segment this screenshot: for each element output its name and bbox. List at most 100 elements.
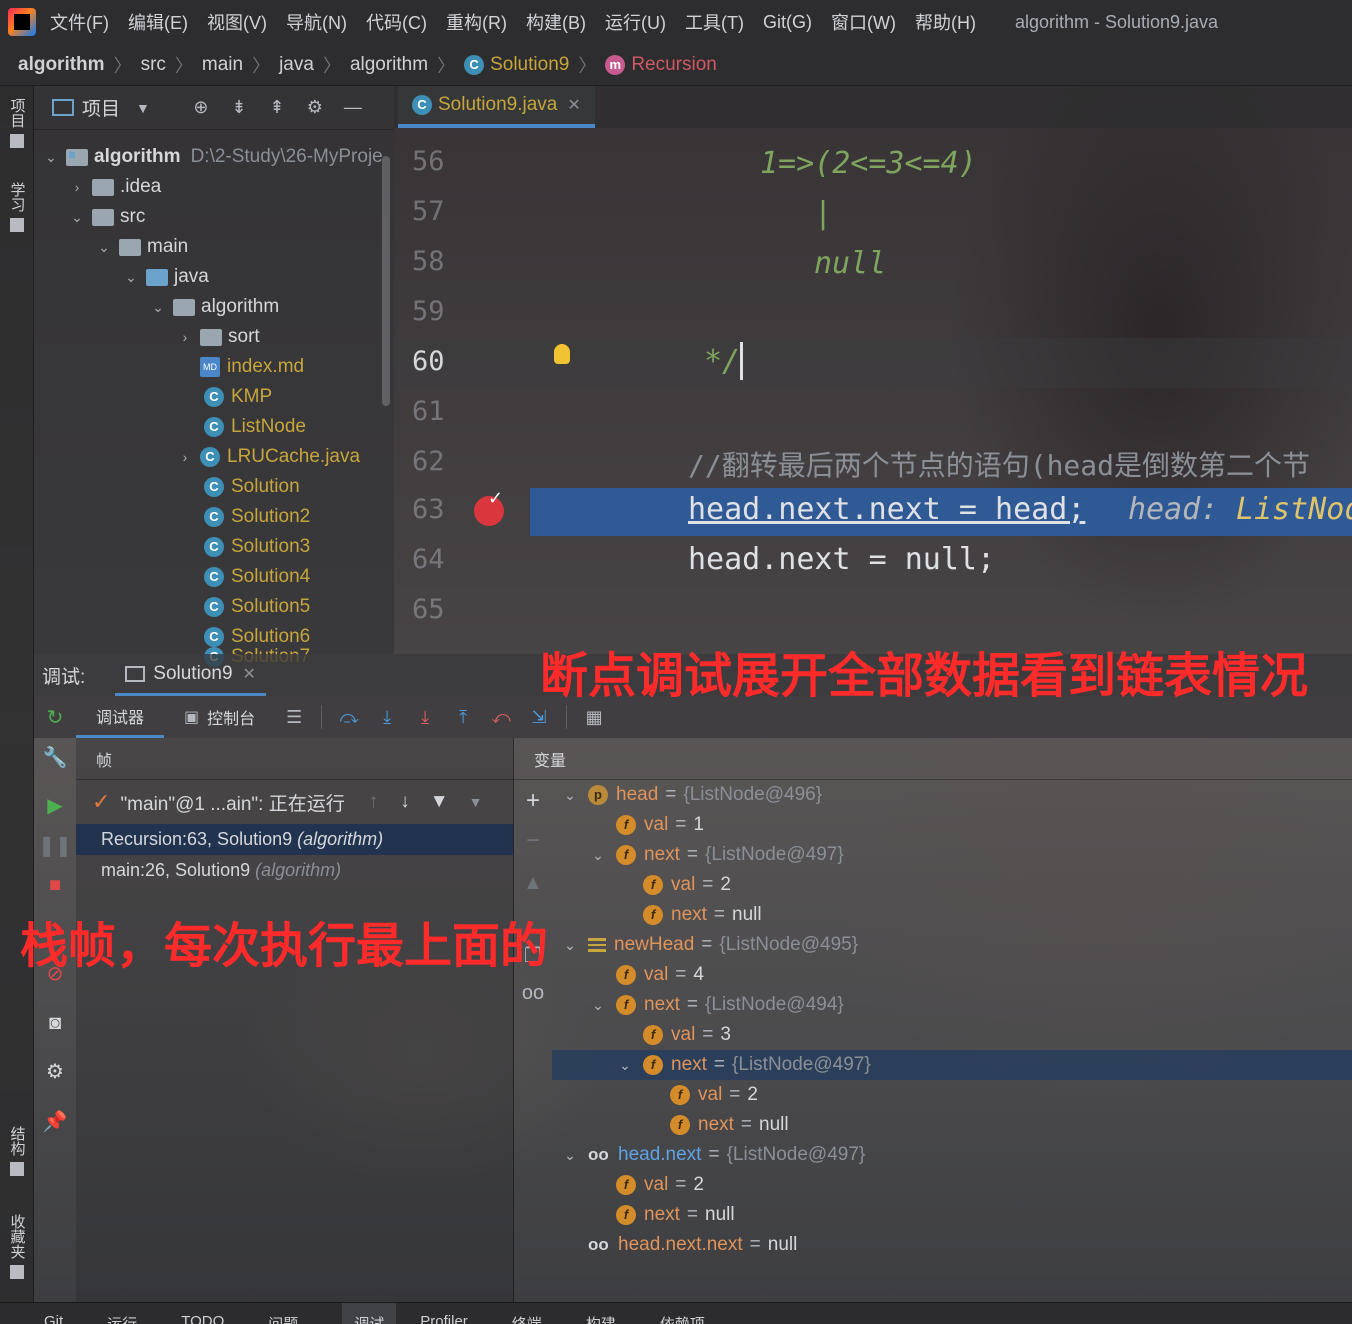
glasses-icon[interactable]: oo bbox=[520, 980, 546, 1006]
chevron-right-icon[interactable]: › bbox=[68, 179, 86, 195]
menu-tools[interactable]: 工具(T) bbox=[685, 9, 744, 35]
tree-item[interactable]: ⌄ src bbox=[68, 202, 145, 232]
frame-row[interactable]: main:26, Solution9 (algorithm) bbox=[76, 855, 513, 886]
settings-icon[interactable]: ⚙ bbox=[42, 1058, 68, 1084]
filter-icon[interactable]: ▼ bbox=[430, 791, 449, 813]
add-watch-icon[interactable]: + bbox=[520, 787, 546, 814]
tab-learn[interactable]: 学习 bbox=[4, 182, 30, 232]
tree-item[interactable]: ⌄ algorithm bbox=[149, 292, 279, 322]
menu-file[interactable]: 文件(F) bbox=[50, 9, 109, 35]
code-line-60[interactable]: */ bbox=[704, 344, 740, 379]
run-to-cursor-icon[interactable]: ⇲ bbox=[526, 704, 552, 730]
tree-item[interactable]: C Solution2 bbox=[204, 502, 310, 532]
expand-all-icon[interactable]: ⇟ bbox=[228, 97, 250, 119]
arrow-down-icon[interactable]: ↓ bbox=[400, 791, 410, 813]
tree-root[interactable]: ⌄ algorithm D:\2-Study\26-MyProje bbox=[42, 142, 383, 172]
tree-item[interactable]: ⌄ main bbox=[95, 232, 188, 262]
gear-icon[interactable]: ⚙ bbox=[304, 97, 326, 119]
close-icon[interactable]: ✕ bbox=[567, 95, 580, 115]
step-out-icon[interactable]: ⤒ bbox=[450, 704, 476, 730]
tree-item[interactable]: MD index.md bbox=[200, 352, 304, 382]
chevron-down-icon[interactable]: ⌄ bbox=[42, 149, 60, 166]
evaluate-expression-icon[interactable]: ▦ bbox=[581, 704, 607, 730]
pin-icon[interactable]: 📌 bbox=[42, 1108, 68, 1134]
chevron-right-icon[interactable]: › bbox=[176, 449, 194, 465]
force-step-into-icon[interactable]: ⤓ bbox=[412, 704, 438, 730]
breadcrumb-method[interactable]: m Recursion bbox=[605, 54, 717, 76]
chevron-down-icon[interactable]: ⌄ bbox=[68, 209, 86, 226]
code-line-58[interactable]: null bbox=[814, 246, 886, 281]
menu-navigate[interactable]: 导航(N) bbox=[286, 9, 347, 35]
menu-lines-icon[interactable]: ☰ bbox=[281, 704, 307, 730]
rerun-icon[interactable]: ↻ bbox=[42, 704, 68, 730]
tool-todo[interactable]: TODO bbox=[181, 1303, 224, 1324]
tool-terminal[interactable]: 终端 bbox=[512, 1303, 542, 1324]
thread-selector[interactable]: ✓ "main"@1 ...ain": 正在运行 ↑ ↓ ▼ ▼ bbox=[76, 780, 513, 824]
tool-problems[interactable]: 问题 bbox=[268, 1303, 298, 1324]
chevron-down-icon[interactable]: ⌄ bbox=[122, 269, 140, 286]
remove-watch-icon[interactable]: − bbox=[520, 827, 546, 854]
menu-view[interactable]: 视图(V) bbox=[207, 9, 267, 35]
breadcrumb-item[interactable]: java bbox=[279, 54, 314, 76]
wrench-icon[interactable]: 🔧 bbox=[42, 744, 68, 770]
tree-item[interactable]: C ListNode bbox=[204, 412, 306, 442]
collapse-all-icon[interactable]: ⇞ bbox=[266, 97, 288, 119]
chevron-down-icon[interactable]: ⌄ bbox=[149, 299, 167, 316]
tree-item[interactable]: C KMP bbox=[204, 382, 272, 412]
tree-item[interactable]: › sort bbox=[176, 322, 260, 352]
tree-item[interactable]: C Solution3 bbox=[204, 532, 310, 562]
tool-build[interactable]: 构建 bbox=[586, 1303, 616, 1324]
menu-build[interactable]: 构建(B) bbox=[526, 9, 586, 35]
tool-git[interactable]: Git bbox=[44, 1303, 63, 1324]
tree-item[interactable]: › C LRUCache.java bbox=[176, 442, 360, 472]
debug-session-tab[interactable]: Solution9 ✕ bbox=[115, 654, 266, 696]
frame-row[interactable]: Recursion:63, Solution9 (algorithm) bbox=[76, 824, 513, 855]
menu-run[interactable]: 运行(U) bbox=[605, 9, 666, 35]
resume-icon[interactable]: ▶ bbox=[42, 792, 68, 818]
tool-profiler[interactable]: Profiler bbox=[420, 1303, 468, 1324]
tab-favorites[interactable]: 收藏夹 bbox=[4, 1214, 30, 1279]
breadcrumb-class[interactable]: C Solution9 bbox=[464, 54, 569, 76]
arrow-up-icon[interactable]: ↑ bbox=[369, 791, 379, 813]
tool-run[interactable]: 运行 bbox=[107, 1303, 137, 1324]
step-into-icon[interactable]: ⤓ bbox=[374, 704, 400, 730]
chevron-right-icon[interactable]: › bbox=[176, 329, 194, 345]
tool-debug[interactable]: 调试 bbox=[342, 1303, 397, 1324]
locate-icon[interactable]: ⊕ bbox=[190, 97, 212, 119]
stop-icon[interactable]: ■ bbox=[42, 872, 68, 898]
breadcrumb-item[interactable]: src bbox=[141, 54, 166, 76]
step-over-icon[interactable]: ⤼ bbox=[336, 704, 362, 730]
tab-console[interactable]: ▣ 控制台 bbox=[164, 696, 275, 738]
breadcrumb-item[interactable]: algorithm bbox=[350, 54, 428, 76]
editor-tab-solution9[interactable]: C Solution9.java ✕ bbox=[398, 86, 595, 128]
menu-code[interactable]: 代码(C) bbox=[366, 9, 427, 35]
tool-dependencies[interactable]: 依赖项 bbox=[660, 1303, 705, 1324]
menu-help[interactable]: 帮助(H) bbox=[915, 9, 976, 35]
menu-git[interactable]: Git(G) bbox=[763, 12, 812, 33]
dropdown-arrow-icon[interactable]: ▼ bbox=[136, 100, 150, 116]
tree-item[interactable]: C Solution bbox=[204, 472, 300, 502]
code-line-62[interactable]: //翻转最后两个节点的语句(head是倒数第二个节 bbox=[688, 444, 1310, 484]
close-icon[interactable]: ✕ bbox=[243, 664, 256, 684]
tab-project[interactable]: 项目 bbox=[4, 98, 30, 148]
code-line-63[interactable]: head.next.next = head; bbox=[688, 492, 1085, 527]
tab-structure[interactable]: 结构 bbox=[4, 1126, 30, 1176]
tab-debugger[interactable]: 调试器 bbox=[76, 696, 165, 738]
minimize-icon[interactable]: — bbox=[342, 97, 364, 119]
drop-frame-icon[interactable]: ⤺ bbox=[488, 704, 514, 730]
lightbulb-icon[interactable] bbox=[554, 344, 570, 364]
camera-icon[interactable]: ◙ bbox=[42, 1010, 68, 1036]
tree-item[interactable]: C Solution4 bbox=[204, 562, 310, 592]
pause-icon[interactable]: ❚❚ bbox=[38, 832, 72, 858]
tree-item[interactable]: C Solution5 bbox=[204, 592, 310, 622]
project-title[interactable]: 项目 bbox=[82, 94, 120, 121]
code-line-56[interactable]: 1=>(2<=3<=4) bbox=[760, 146, 977, 181]
breadcrumb-item[interactable]: main bbox=[202, 54, 243, 76]
menu-edit[interactable]: 编辑(E) bbox=[128, 9, 188, 35]
menu-window[interactable]: 窗口(W) bbox=[831, 9, 896, 35]
tree-item[interactable]: ⌄ java bbox=[122, 262, 209, 292]
move-up-icon[interactable]: ▲ bbox=[520, 870, 546, 896]
chevron-down-icon[interactable]: ⌄ bbox=[95, 239, 113, 256]
breadcrumb-item[interactable]: algorithm bbox=[18, 54, 105, 76]
chevron-down-icon[interactable]: ▼ bbox=[469, 794, 483, 810]
